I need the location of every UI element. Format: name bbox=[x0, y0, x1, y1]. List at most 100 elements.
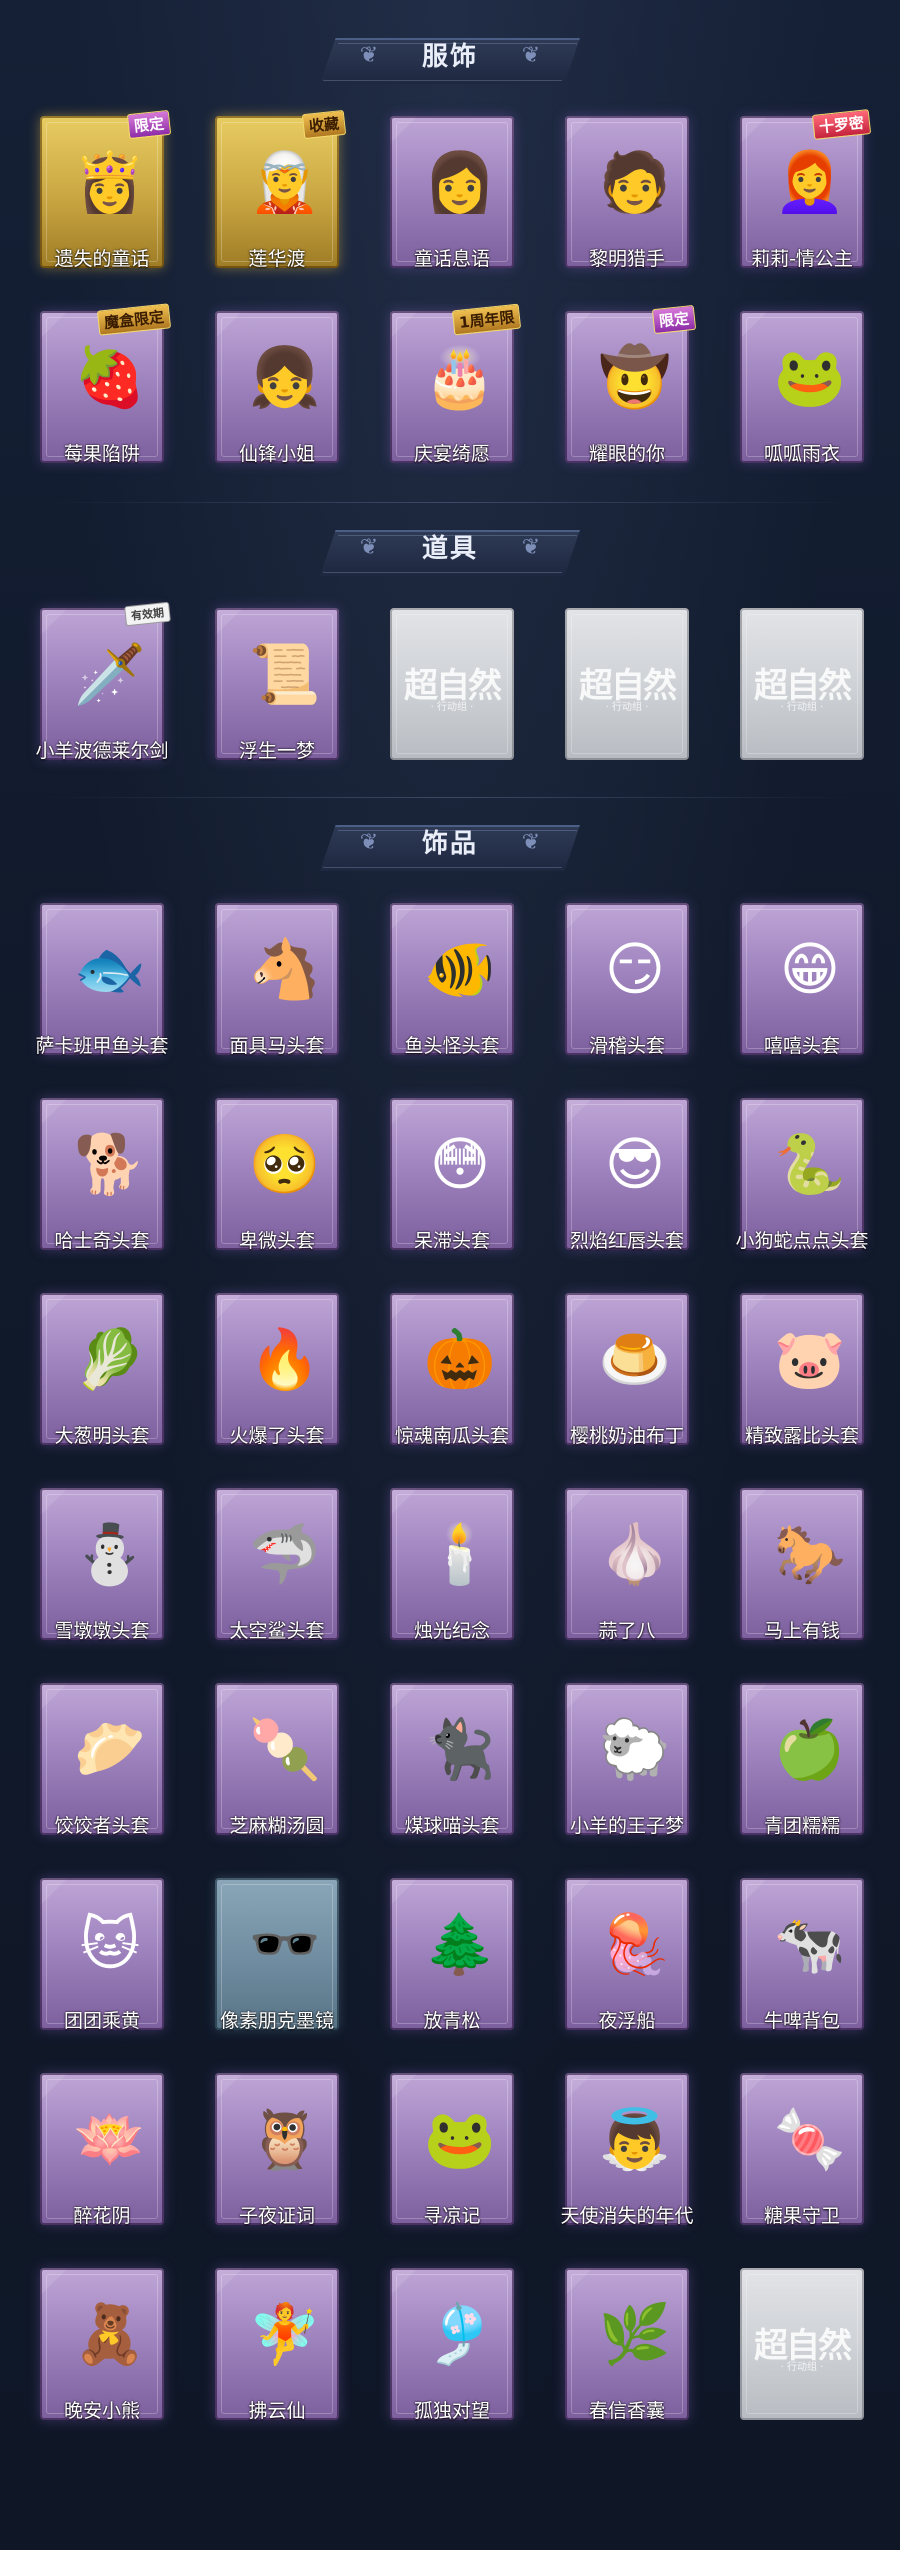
spring-sachet-icon: 🌿 bbox=[598, 2300, 672, 2368]
item-card-fishhead-monster[interactable]: 🐠 鱼头怪头套 bbox=[382, 903, 522, 1075]
item-label: 孤独对望 bbox=[413, 2400, 490, 2422]
fish-headgear-icon: 🐟 bbox=[73, 935, 147, 1003]
item-label: 像素朋克墨镜 bbox=[219, 2010, 334, 2032]
item-card-midnight-testimony[interactable]: 🦉 子夜证词 bbox=[207, 2073, 347, 2245]
item-card-ruby-head[interactable]: 🐷 精致露比头套 bbox=[732, 1293, 872, 1465]
item-card-cow-backpack[interactable]: 🐄 牛啤背包 bbox=[732, 1878, 872, 2050]
item-card-placeholder-3[interactable]: 超自然 · 行动组 · bbox=[732, 608, 872, 780]
item-label: 庆宴绮愿 bbox=[413, 443, 490, 465]
item-label: 火爆了头套 bbox=[229, 1425, 325, 1447]
item-label: 烛光纪念 bbox=[413, 1620, 490, 1642]
item-card-fairy-lady[interactable]: 👧 仙锋小姐 bbox=[207, 311, 347, 483]
item-card-berry-trap[interactable]: 🍓 魔盒限定 莓果陷阱 bbox=[32, 303, 172, 483]
section-title: 饰品 bbox=[421, 829, 478, 859]
item-card-cherry-pudding[interactable]: 🍮 樱桃奶油布丁 bbox=[557, 1293, 697, 1465]
item-card-fire-head[interactable]: 🔥 火爆了头套 bbox=[207, 1293, 347, 1465]
item-card-sesame-tangyuan[interactable]: 🍡 芝麻糊汤圆 bbox=[207, 1683, 347, 1855]
item-card-angel-era[interactable]: 👼 天使消失的年代 bbox=[557, 2073, 697, 2245]
fairytale-whisper-icon: 👩 bbox=[423, 148, 497, 216]
item-label: 拂云仙 bbox=[248, 2400, 306, 2422]
item-card-green-pine[interactable]: 🌲 放青松 bbox=[382, 1878, 522, 2050]
frog-raincoat-icon: 🐸 bbox=[773, 343, 847, 411]
item-card-black-cat-head[interactable]: 🐈‍⬛ 煤球喵头套 bbox=[382, 1683, 522, 1855]
dawn-hunter-icon: 🧑 bbox=[598, 148, 672, 216]
item-label: 蒜了八 bbox=[598, 1620, 656, 1642]
item-card-lonely-gaze[interactable]: 🎐 孤独对望 bbox=[382, 2268, 522, 2440]
item-card-lamb-sword[interactable]: 🗡️ 有效期 小羊波德莱尔剑 bbox=[32, 601, 172, 780]
item-card-green-dumpling[interactable]: 🍏 青团糯糯 bbox=[732, 1683, 872, 1855]
item-card-fish-headgear[interactable]: 🐟 萨卡班甲鱼头套 bbox=[32, 903, 172, 1075]
garlic-head-icon: 🧄 bbox=[598, 1520, 672, 1588]
horse-money-icon: 🐎 bbox=[773, 1520, 847, 1588]
item-card-lily-princess[interactable]: 👩‍🦰 十罗密 莉莉-情公主 bbox=[732, 109, 872, 288]
item-card-night-boat[interactable]: 🪼 夜浮船 bbox=[557, 1878, 697, 2050]
item-card-horse-mask[interactable]: 🐴 面具马头套 bbox=[207, 903, 347, 1075]
item-card-dotted-snake-head[interactable]: 🐍 小狗蛇点点头套 bbox=[732, 1098, 872, 1270]
item-card-tuantuan[interactable]: 🐱 团团乘黄 bbox=[32, 1878, 172, 2050]
item-card-space-shark-head[interactable]: 🦈 太空鲨头套 bbox=[207, 1488, 347, 1660]
placeholder-watermark: 超自然 bbox=[579, 666, 677, 706]
item-card-pumpkin-head[interactable]: 🎃 惊魂南瓜头套 bbox=[382, 1293, 522, 1465]
item-label: 耀眼的你 bbox=[588, 443, 665, 465]
item-card-frog-raincoat[interactable]: 🐸 呱呱雨衣 bbox=[732, 311, 872, 483]
black-cat-head-icon: 🐈‍⬛ bbox=[423, 1715, 497, 1783]
item-card-cloud-fairy[interactable]: 🧚 拂云仙 bbox=[207, 2268, 347, 2440]
item-card-floating-dream[interactable]: 📜 浮生一梦 bbox=[207, 608, 347, 780]
item-card-dumpling-head[interactable]: 🥟 饺饺者头套 bbox=[32, 1683, 172, 1855]
item-card-fairytale-whisper[interactable]: 👩 童话息语 bbox=[382, 116, 522, 288]
item-card-lamb-prince[interactable]: 🐑 小羊的王子梦 bbox=[557, 1683, 697, 1855]
item-card-lotus-crossing[interactable]: 🧝 收藏 莲华渡 bbox=[207, 109, 347, 288]
item-card-dawn-hunter[interactable]: 🧑 黎明猎手 bbox=[557, 116, 697, 288]
item-card-husky-head[interactable]: 🐕 哈士奇头套 bbox=[32, 1098, 172, 1270]
item-tag-badge: 限定 bbox=[126, 109, 172, 140]
item-card-spring-sachet[interactable]: 🌿 春信香囊 bbox=[557, 2268, 697, 2440]
item-label: 滑稽头套 bbox=[588, 1035, 665, 1057]
item-card-drunk-flower[interactable]: 🪷 醉花阴 bbox=[32, 2073, 172, 2245]
item-card-seeking-cool[interactable]: 🐸 寻凉记 bbox=[382, 2073, 522, 2245]
item-card-horse-money[interactable]: 🐎 马上有钱 bbox=[732, 1488, 872, 1660]
item-label: 青团糯糯 bbox=[763, 1815, 840, 1837]
item-label: 醉花阴 bbox=[73, 2205, 131, 2227]
item-card-garlic-head[interactable]: 🧄 蒜了八 bbox=[557, 1488, 697, 1660]
item-label: 卑微头套 bbox=[238, 1230, 315, 1252]
pumpkin-head-icon: 🎃 bbox=[423, 1325, 497, 1393]
item-label: 太空鲨头套 bbox=[229, 1620, 325, 1642]
item-card-candy-guard[interactable]: 🍬 糖果守卫 bbox=[732, 2073, 872, 2245]
candle-memory-icon: 🕯️ bbox=[423, 1520, 497, 1588]
lost-fairytale-icon: 👸 bbox=[73, 148, 147, 216]
item-card-funny-head[interactable]: 😏 滑稽头套 bbox=[557, 903, 697, 1075]
placeholder-watermark: 超自然 bbox=[754, 666, 852, 706]
item-label: 牛啤背包 bbox=[763, 2010, 840, 2032]
item-card-pixel-sunglasses[interactable]: 🕶️ 像素朋克墨镜 bbox=[207, 1878, 347, 2050]
floating-dream-icon: 📜 bbox=[248, 640, 322, 708]
item-card-placeholder-2[interactable]: 超自然 · 行动组 · bbox=[557, 608, 697, 780]
berry-trap-icon: 🍓 bbox=[73, 343, 147, 411]
item-card-scallion-head[interactable]: 🥬 大葱明头套 bbox=[32, 1293, 172, 1465]
night-boat-icon: 🪼 bbox=[598, 1910, 672, 1978]
placeholder-watermark-sub: · 行动组 · bbox=[780, 2362, 824, 2373]
item-card-dazzling-you[interactable]: 🤠 限定 耀眼的你 bbox=[557, 304, 697, 483]
item-label: 莓果陷阱 bbox=[63, 443, 140, 465]
item-card-dazed-head[interactable]: 😳 呆滞头套 bbox=[382, 1098, 522, 1270]
item-card-humble-head[interactable]: 🥺 卑微头套 bbox=[207, 1098, 347, 1270]
section-title: 服饰 bbox=[421, 42, 478, 72]
lamb-prince-icon: 🐑 bbox=[598, 1715, 672, 1783]
item-label: 惊魂南瓜头套 bbox=[394, 1425, 509, 1447]
funny-head-icon: 😏 bbox=[604, 935, 666, 1003]
fire-head-icon: 🔥 bbox=[248, 1325, 322, 1393]
item-card-snowman-head[interactable]: ⛄ 雪墩墩头套 bbox=[32, 1488, 172, 1660]
item-card-goodnight-bear[interactable]: 🧸 晚安小熊 bbox=[32, 2268, 172, 2440]
item-card-placeholder-1[interactable]: 超自然 · 行动组 · bbox=[382, 608, 522, 780]
item-card-red-lips-head[interactable]: 😎 烈焰红唇头套 bbox=[557, 1098, 697, 1270]
seeking-cool-icon: 🐸 bbox=[423, 2105, 497, 2173]
item-card-lost-fairytale[interactable]: 👸 限定 遗失的童话 bbox=[32, 109, 172, 288]
page: ❦ ❦ 服饰 👸 限定 遗失的童话 🧝 收藏 莲华渡 👩 童话息语 🧑 黎明猎手 👩‍🦰 十罗密 莉莉-情公主… bbox=[0, 0, 900, 2550]
item-card-giggle-head[interactable]: 😁 嘻嘻头套 bbox=[732, 903, 872, 1075]
item-card-candle-memory[interactable]: 🕯️ 烛光纪念 bbox=[382, 1488, 522, 1660]
lamb-sword-icon: 🗡️ bbox=[73, 640, 147, 708]
item-label: 团团乘黄 bbox=[63, 2010, 140, 2032]
scallion-head-icon: 🥬 bbox=[73, 1325, 147, 1393]
item-card-placeholder-4[interactable]: 超自然 · 行动组 · bbox=[732, 2268, 872, 2440]
item-label: 精致露比头套 bbox=[744, 1425, 859, 1447]
item-card-banquet-wish[interactable]: 🎂 1周年限 庆宴绮愿 bbox=[382, 303, 522, 483]
